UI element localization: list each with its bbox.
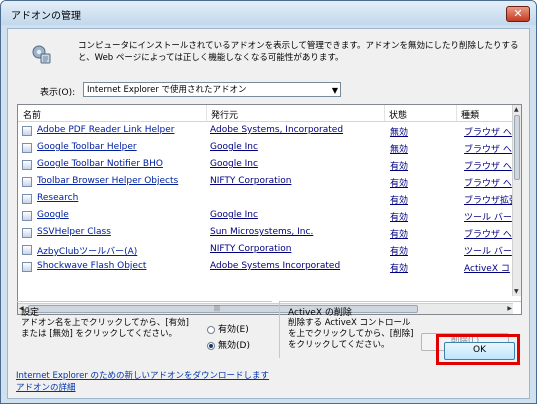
disable-label: 無効(D) <box>218 341 250 351</box>
column-divider[interactable] <box>384 105 385 121</box>
column-header-name[interactable]: 名前 <box>23 108 41 121</box>
table-row[interactable]: Adobe PDF Reader Link Helper Adobe Syste… <box>18 123 513 140</box>
addon-icon <box>22 143 32 153</box>
addon-name: Google Toolbar Helper <box>37 142 137 152</box>
activex-instructions: 削除する ActiveX コントロールを上でクリックしてから、[削除] をクリッ… <box>288 318 414 350</box>
addon-type: ブラウザ拡張 <box>464 196 513 206</box>
table-row[interactable]: SSVHelper Class Sun Microsystems, Inc. 有… <box>18 225 513 242</box>
addon-status: 有効 <box>390 162 409 172</box>
column-header-status[interactable]: 状態 <box>389 108 407 121</box>
ok-button[interactable]: OK <box>444 342 515 360</box>
window-title: アドオンの管理 <box>11 11 81 22</box>
addon-settings-icon <box>32 45 51 64</box>
scroll-up-icon[interactable]: ▲ <box>514 106 519 113</box>
addon-type: ブラウザ へ <box>464 128 512 138</box>
filter-selected-value: Internet Explorer で使用されたアドオン <box>87 85 247 95</box>
scroll-down-icon[interactable]: ▼ <box>514 288 519 295</box>
addon-type: ブラウザ へ <box>464 179 512 189</box>
table-row[interactable]: Shockwave Flash Object Adobe Systems Inc… <box>18 259 513 276</box>
addon-publisher: Google Inc <box>210 159 258 169</box>
table-row[interactable]: Google Toolbar Helper Google Inc 無効 ブラウザ… <box>18 140 513 157</box>
table-row[interactable]: Google Google Inc 有効 ツール バー <box>18 208 513 225</box>
addon-status: 無効 <box>390 128 409 138</box>
addon-publisher: NIFTY Corporation <box>210 176 292 186</box>
addon-name: Research <box>37 193 79 203</box>
radio-checked-icon <box>207 341 215 350</box>
addon-status: 有効 <box>390 230 409 240</box>
addon-icon <box>22 211 32 221</box>
addon-type: ブラウザ へ <box>464 230 512 240</box>
addon-publisher: Adobe Systems, Incorporated <box>210 125 344 135</box>
addon-type: ツール バー <box>464 213 512 223</box>
download-addons-link[interactable]: Internet Explorer のための新しいアドオンをダウンロードします <box>16 369 269 381</box>
addon-name: Shockwave Flash Object <box>37 261 147 271</box>
table-header: 名前 発行元 状態 種類 <box>18 105 513 122</box>
addon-publisher: Google Inc <box>210 142 258 152</box>
chevron-down-icon: ▼ <box>331 86 338 95</box>
filter-label: 表示(O): <box>40 88 76 98</box>
settings-title: 設定 <box>21 308 40 318</box>
addon-manager-window: アドオンの管理 ✕ コンピュータにインストールされているアドオンを表示して管理で… <box>0 0 537 404</box>
settings-group: 設定 アドオン名を上でクリックしてから、[有効] または [無効] をクリックし… <box>17 301 272 358</box>
addon-status: 有効 <box>390 196 409 206</box>
addon-icon <box>22 126 32 136</box>
addon-details-link[interactable]: アドオンの詳細 <box>16 381 76 393</box>
addon-name: Toolbar Browser Helper Objects <box>37 176 179 186</box>
title-bar[interactable]: アドオンの管理 ✕ <box>1 1 536 25</box>
column-divider[interactable] <box>206 105 207 121</box>
addon-status: 無効 <box>390 145 409 155</box>
addon-type: ActiveX コ <box>464 264 510 274</box>
column-divider[interactable] <box>456 105 457 121</box>
description-text: コンピュータにインストールされているアドオンを表示して管理できます。アドオンを無… <box>78 41 519 63</box>
enable-radio[interactable]: 有効(E) <box>207 322 249 335</box>
addon-filter-select[interactable]: Internet Explorer で使用されたアドオン ▼ <box>83 82 341 97</box>
close-button[interactable]: ✕ <box>506 6 530 22</box>
addon-name: Adobe PDF Reader Link Helper <box>37 125 175 135</box>
table-row[interactable]: AzbyClubツールバー(A) NIFTY Corporation 有効 ツー… <box>18 242 513 259</box>
column-header-type[interactable]: 種類 <box>461 108 479 121</box>
addon-publisher: Sun Microsystems, Inc. <box>210 227 314 237</box>
addon-type: ブラウザ へ <box>464 162 512 172</box>
vertical-scroll-thumb[interactable] <box>514 115 520 180</box>
addon-publisher: NIFTY Corporation <box>210 244 292 254</box>
addon-icon <box>22 245 32 255</box>
addon-status: 有効 <box>390 247 409 257</box>
addon-name: Google <box>37 210 69 220</box>
addon-type: ツール バー <box>464 247 512 257</box>
activex-title: ActiveX の削除 <box>288 308 352 318</box>
enable-label: 有効(E) <box>218 325 249 335</box>
disable-radio[interactable]: 無効(D) <box>207 338 250 351</box>
addon-publisher: Adobe Systems Incorporated <box>210 261 341 271</box>
addon-table: 名前 発行元 状態 種類 Adobe PDF Reader Link Helpe… <box>17 104 522 315</box>
addon-icon <box>22 160 32 170</box>
addon-type: ブラウザ へ <box>464 145 512 155</box>
radio-unchecked-icon <box>207 325 215 334</box>
addon-name: AzbyClubツールバー(A) <box>37 247 138 257</box>
addon-icon <box>22 194 32 204</box>
addon-publisher: Google Inc <box>210 210 258 220</box>
addon-icon <box>22 177 32 187</box>
table-row[interactable]: Google Toolbar Notifier BHO Google Inc 有… <box>18 157 513 174</box>
addon-status: 有効 <box>390 264 409 274</box>
vertical-scrollbar[interactable]: ▲ ▼ <box>512 105 521 296</box>
addon-icon <box>22 262 32 272</box>
table-row[interactable]: Research 有効 ブラウザ拡張 <box>18 191 513 208</box>
table-row[interactable]: Toolbar Browser Helper Objects NIFTY Cor… <box>18 174 513 191</box>
addon-name: SSVHelper Class <box>37 227 111 237</box>
addon-icon <box>22 228 32 238</box>
addon-status: 有効 <box>390 179 409 189</box>
addon-status: 有効 <box>390 213 409 223</box>
column-header-publisher[interactable]: 発行元 <box>211 108 238 121</box>
settings-instructions: アドオン名を上でクリックしてから、[有効] または [無効] をクリックしてくだ… <box>21 318 189 339</box>
addon-name: Google Toolbar Notifier BHO <box>37 159 163 169</box>
